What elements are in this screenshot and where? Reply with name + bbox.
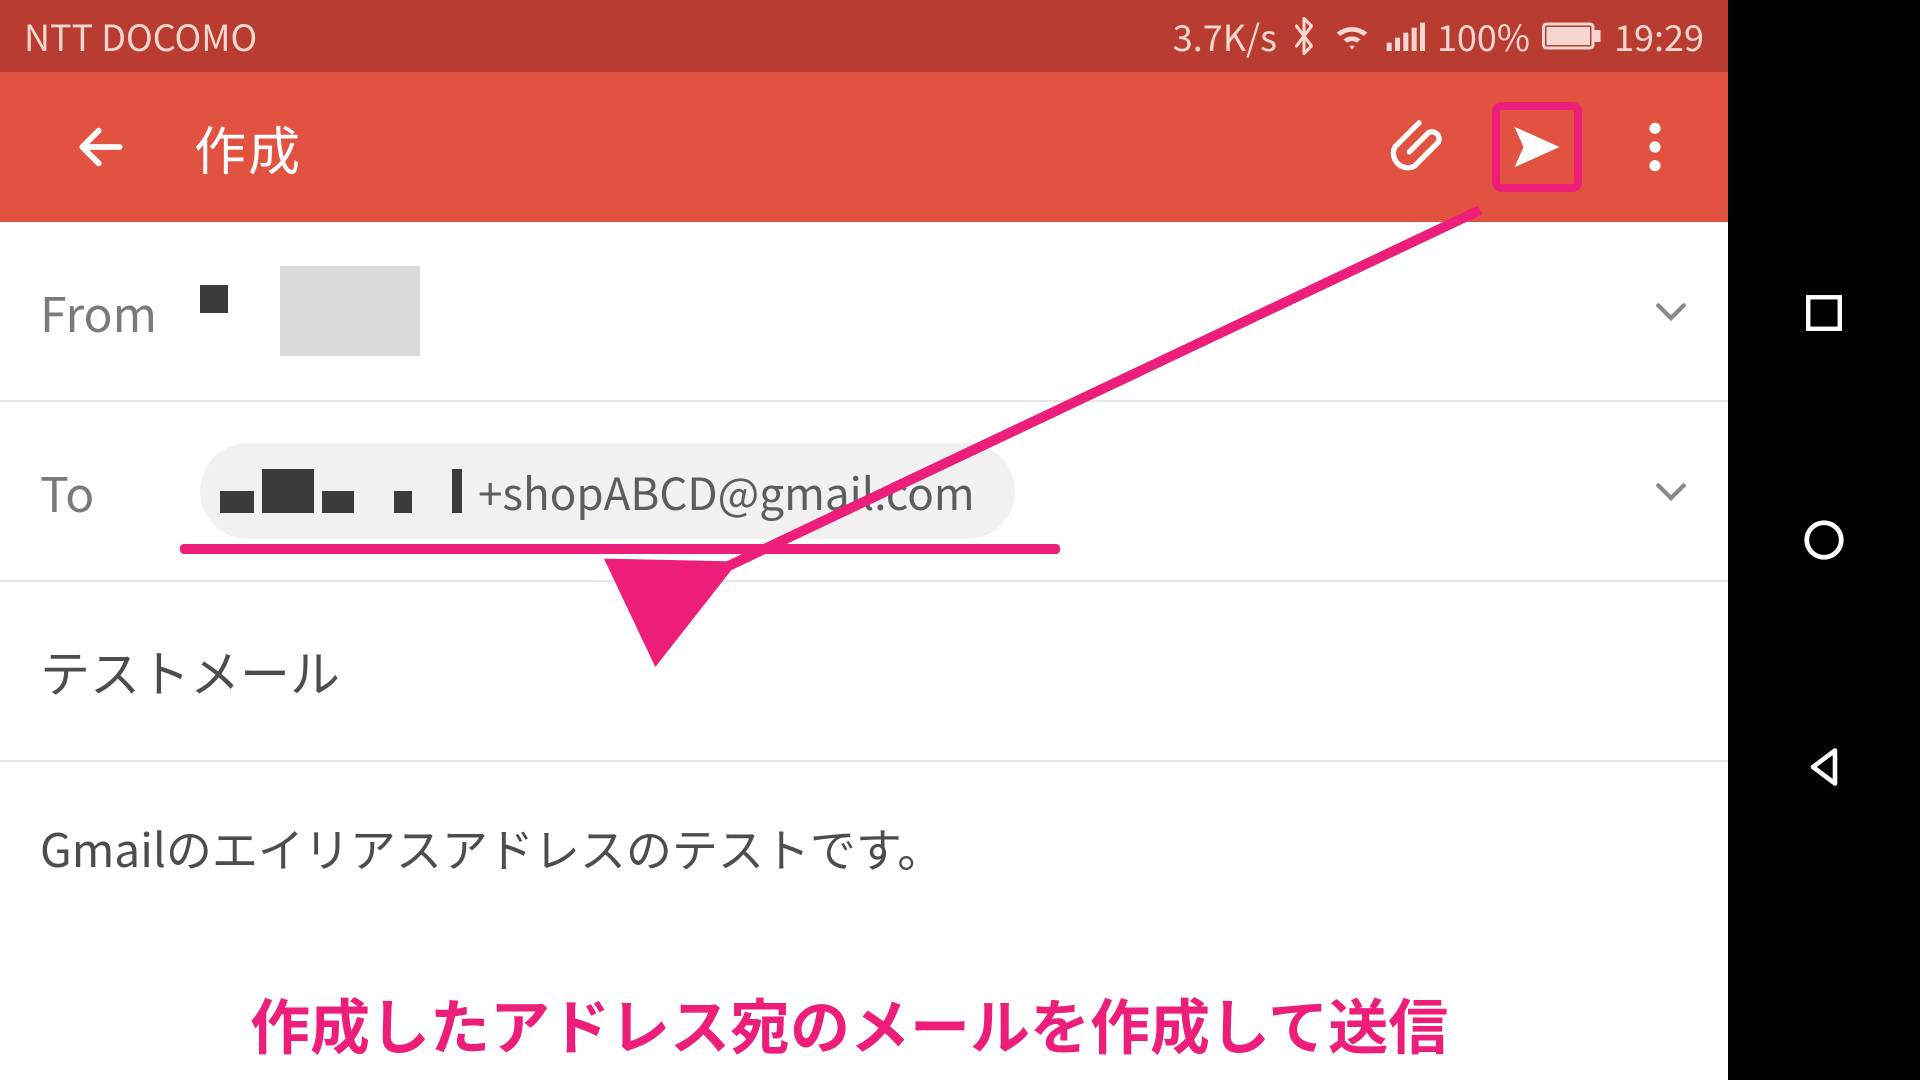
- circle-icon: [1801, 517, 1847, 563]
- app-area: NTT DOCOMO 3.7K/s 100% 19:29: [0, 0, 1728, 1080]
- chevron-down-icon: [1654, 299, 1688, 323]
- redacted-block: [220, 469, 468, 513]
- annotation-underline: [180, 544, 1060, 554]
- data-rate-label: 3.7K/s: [1173, 10, 1277, 62]
- cell-signal-icon: [1385, 19, 1425, 53]
- redacted-block: [280, 266, 420, 356]
- send-button[interactable]: [1492, 102, 1582, 192]
- back-button[interactable]: [56, 102, 146, 192]
- bluetooth-icon: [1289, 16, 1319, 56]
- compose-toolbar: 作成: [0, 72, 1728, 222]
- paperclip-icon: [1390, 118, 1448, 176]
- to-value: +shopABCD@gmail.com: [200, 443, 1654, 539]
- clock-label: 19:29: [1614, 10, 1704, 62]
- android-nav-bar: [1728, 0, 1920, 1080]
- device-frame: NTT DOCOMO 3.7K/s 100% 19:29: [0, 0, 1920, 1080]
- overflow-menu-button[interactable]: [1610, 102, 1700, 192]
- nav-back-button[interactable]: [1798, 741, 1850, 793]
- toolbar-title: 作成: [194, 110, 302, 185]
- from-expand[interactable]: [1654, 299, 1688, 323]
- send-icon: [1510, 116, 1564, 178]
- chevron-down-icon: [1654, 479, 1688, 503]
- home-button[interactable]: [1798, 514, 1850, 566]
- arrow-left-icon: [73, 119, 129, 175]
- battery-icon: [1542, 21, 1602, 51]
- body-text: Gmailのエイリアスアドレスのテストです。: [40, 815, 943, 881]
- square-icon: [1803, 292, 1845, 334]
- attach-button[interactable]: [1374, 102, 1464, 192]
- subject-row[interactable]: テストメール: [0, 582, 1728, 762]
- recipient-chip[interactable]: +shopABCD@gmail.com: [200, 443, 1015, 539]
- status-bar: NTT DOCOMO 3.7K/s 100% 19:29: [0, 0, 1728, 72]
- recent-apps-button[interactable]: [1798, 287, 1850, 339]
- to-row[interactable]: To +shopABCD@gmail.com: [0, 402, 1728, 582]
- more-vert-icon: [1635, 119, 1675, 175]
- from-value: [200, 266, 1654, 356]
- annotation-text: 作成したアドレス宛のメールを作成して送信: [250, 980, 1448, 1067]
- redacted-block: [200, 285, 228, 313]
- carrier-label: NTT DOCOMO: [24, 10, 257, 62]
- to-label: To: [40, 456, 200, 526]
- triangle-left-icon: [1802, 745, 1846, 789]
- from-label: From: [40, 276, 200, 346]
- recipient-address-suffix: +shopABCD@gmail.com: [478, 459, 975, 523]
- subject-input[interactable]: テストメール: [40, 635, 1688, 707]
- to-expand[interactable]: [1654, 479, 1688, 503]
- battery-pct-label: 100%: [1437, 10, 1530, 62]
- from-row[interactable]: From: [0, 222, 1728, 402]
- status-right: 3.7K/s 100% 19:29: [1173, 10, 1704, 62]
- wifi-icon: [1331, 19, 1373, 53]
